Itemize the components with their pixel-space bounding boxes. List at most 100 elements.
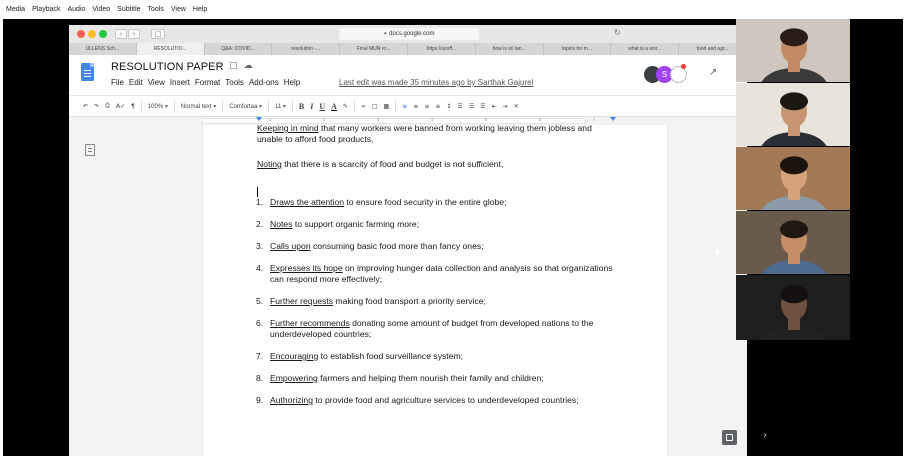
clause-number: 2. [256,219,264,229]
underline-icon[interactable]: U [319,102,325,111]
docs-menu-item[interactable]: Tools [225,78,244,87]
clause-number: 9. [256,395,264,405]
zoom-select[interactable]: 100% [148,103,168,110]
google-docs-icon[interactable] [81,63,94,81]
bulleted-list-icon[interactable]: ☰ [469,103,474,110]
operative-clause: 9. Authorizing to provide food and agricu… [256,395,620,406]
browser-tab[interactable]: what is a wor... [611,43,680,55]
last-edit-link[interactable]: Last edit was made 35 minutes ago by Sar… [339,78,533,87]
browser-tab[interactable]: RESOLUTIO... [136,43,205,55]
browser-tab[interactable]: https://scoff... [408,43,476,55]
activity-dashboard-icon[interactable]: ↗ [709,67,717,78]
reload-icon[interactable]: ↻ [614,28,621,37]
highlight-icon[interactable]: ✎ [343,103,348,110]
clear-formatting-icon[interactable]: ✕ [514,103,519,110]
participant-silhouette [761,92,827,146]
clause-keyword: Expresses its hope [270,263,343,273]
sidebar-toggle-icon[interactable]: □ [151,29,165,39]
align-center-icon[interactable]: ≡ [413,103,418,110]
docs-menu-item[interactable]: Format [195,78,220,87]
maximize-window-icon[interactable] [99,30,107,38]
player-menu-item[interactable]: Playback [32,6,60,13]
participant-video-tile[interactable] [736,19,850,82]
preamble-keyword: Noting [257,159,282,169]
docs-menu-item[interactable]: Help [284,78,300,87]
align-left-icon[interactable]: ≡ [402,103,407,110]
minimize-window-icon[interactable] [88,30,96,38]
chevron-right-icon[interactable]: › [763,430,767,441]
docs-menu-item[interactable]: Add-ons [249,78,279,87]
toolbar-separator [140,100,142,112]
tab-bar: ULLENS Sch... RESOLUTIO... Q&A: COVID... re… [69,43,747,55]
participant-video-tile[interactable] [736,211,850,274]
toolbar-separator [222,100,224,112]
font-size-select[interactable]: 11 [275,103,286,110]
folder-icon[interactable]: □ [229,61,238,71]
player-menu-item[interactable]: Subtitle [117,6,140,13]
checklist-icon[interactable]: ☰ [457,103,462,110]
browser-tab[interactable]: Q&A: COVID... [205,43,273,55]
star-icon[interactable]: ☆ [215,61,223,71]
line-spacing-icon[interactable]: ↕ [446,103,451,110]
ruler-mark: 5 [485,117,488,122]
cloud-icon[interactable]: ☁ [244,61,253,71]
docs-menu-item[interactable]: Insert [170,78,190,87]
player-menu-item[interactable]: Video [92,6,110,13]
docs-menu-item[interactable]: Edit [129,78,143,87]
player-menu-item[interactable]: Media [6,6,25,13]
browser-tab[interactable]: ULLENS Sch... [69,43,137,55]
docs-menu-item[interactable]: File [111,78,124,87]
close-window-icon[interactable] [77,30,85,38]
font-select[interactable]: Comfortaa [229,103,262,110]
text-color-icon[interactable]: A [331,102,337,111]
document-outline-icon[interactable] [85,144,95,156]
participant-video-tile[interactable] [736,147,850,210]
increase-indent-icon[interactable]: ⇥ [503,103,508,110]
player-menu-item[interactable]: Audio [67,6,85,13]
player-menu-item[interactable]: Tools [148,6,164,13]
decrease-indent-icon[interactable]: ⇤ [492,103,497,110]
browser-tab[interactable]: Final MUN ro... [340,43,408,55]
title-icons: ☆ □ ☁ [215,61,253,71]
player-menu-item[interactable]: View [171,6,186,13]
clause-number: 3. [256,241,264,251]
right-indent-marker[interactable] [610,117,616,121]
paint-format-icon[interactable]: ¶ [131,103,135,110]
print-icon[interactable]: ⎙ [105,102,110,110]
operative-clause: 1. Draws the attention to ensure food sec… [256,197,620,208]
document-title[interactable]: RESOLUTION PAPER [111,61,224,73]
forward-icon[interactable]: › [128,29,140,39]
redo-icon[interactable]: ↷ [94,103,99,110]
browser-tab[interactable]: resolution -... [272,43,341,55]
docs-menu-item[interactable]: View [148,78,165,87]
participant-video-tile[interactable] [736,83,850,146]
player-menu-item[interactable]: Help [193,6,207,13]
align-right-icon[interactable]: ≡ [424,103,429,110]
left-indent-marker[interactable] [256,117,262,121]
document-page[interactable]: Keeping in mind that many workers were b… [202,123,668,456]
image-icon[interactable]: ▩ [384,103,390,110]
back-icon[interactable]: ‹ [115,29,127,39]
player-menubar: Media Playback Audio Video Subtitle Tools View… [0,0,907,18]
clause-keyword: Draws the attention [270,197,345,207]
clause-text: to support organic farming more; [292,219,420,229]
browser-tab[interactable]: topics for m... [544,43,612,55]
browser-tab[interactable]: how is sri lan... [476,43,544,55]
side-panel-icon[interactable] [722,430,737,445]
italic-icon[interactable]: I [310,102,313,111]
style-select[interactable]: Normal text [181,103,216,110]
browser-titlebar: ‹ › □ ● docs.google.com ↻ [69,25,747,43]
spellcheck-icon[interactable]: A✓ [116,103,125,110]
justify-icon[interactable]: ≡ [435,103,440,110]
address-bar[interactable]: ● docs.google.com [339,28,479,40]
numbered-list-icon[interactable]: ☰ [480,103,485,110]
bold-icon[interactable]: B [299,102,304,111]
preamble-text: that there is a scarcity of food and bud… [281,159,504,169]
comment-icon[interactable]: □ [372,103,378,110]
participant-video-tile[interactable] [736,275,850,340]
docs-menubar: File Edit View Insert Format Tools Add-ons Help [111,78,300,87]
document-canvas: Keeping in mind that many workers were b… [69,123,747,456]
link-icon[interactable]: ∞ [361,103,366,110]
clause-keyword: Authorizing [270,395,313,405]
undo-icon[interactable]: ↶ [83,103,88,110]
